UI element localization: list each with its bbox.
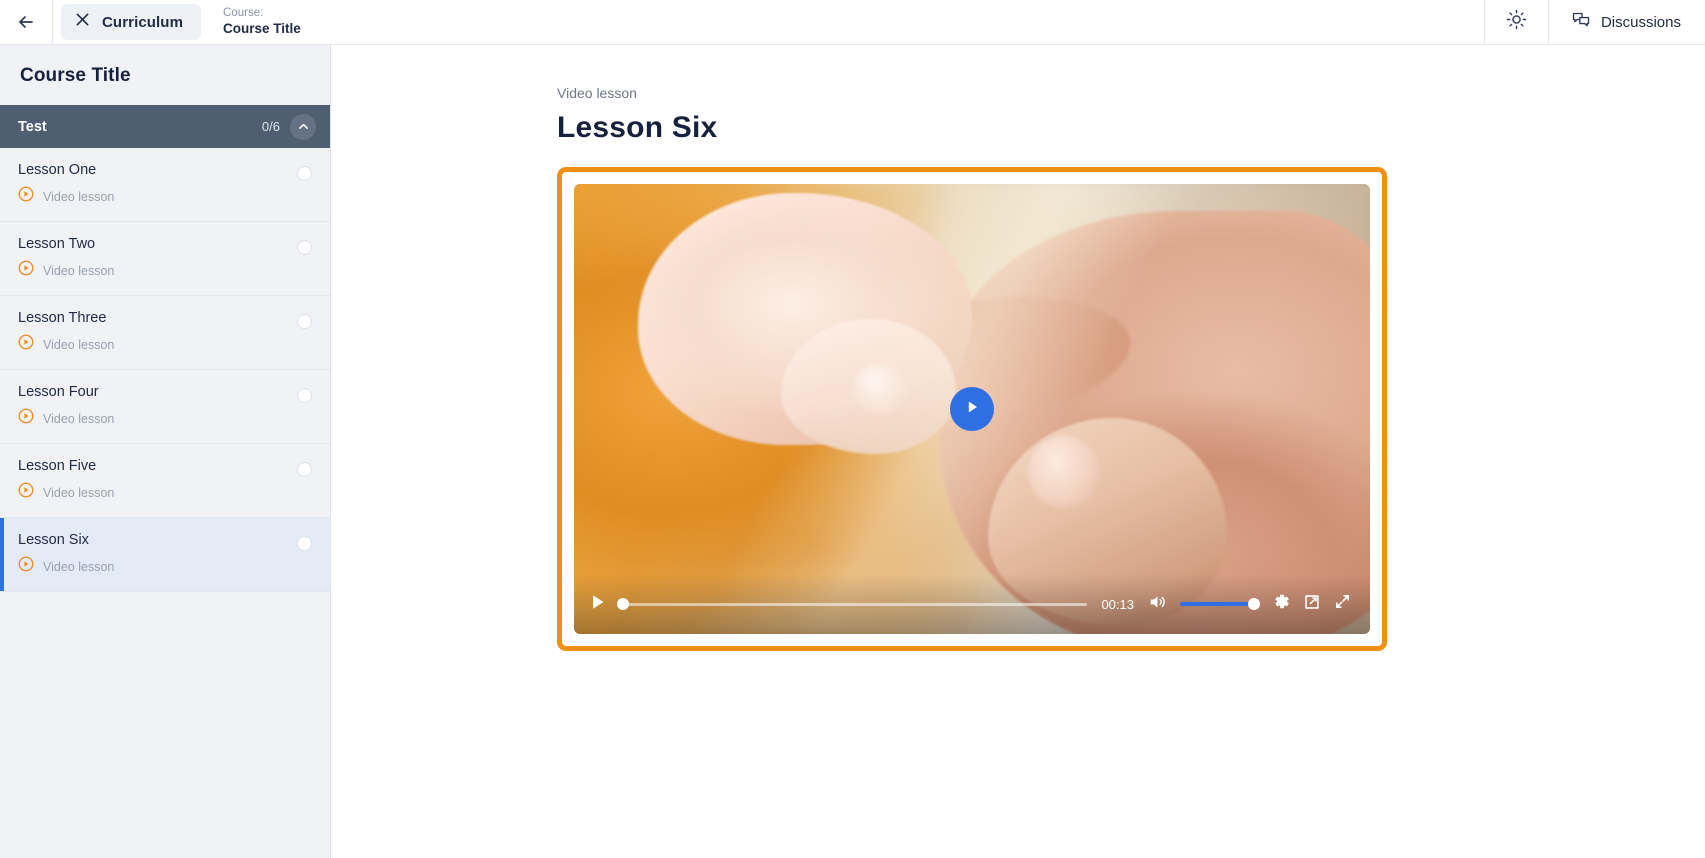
play-triangle-icon [963,398,981,421]
lesson-completion-indicator[interactable] [297,536,312,551]
lesson-type: Video lesson [43,411,115,426]
discussions-button[interactable]: Discussions [1547,0,1705,44]
lesson-type: Video lesson [43,559,115,574]
lesson-content-area: Video lesson Lesson Six 00:13 [331,45,1705,858]
video-play-overlay-button[interactable] [950,387,994,431]
lesson-title: Lesson One [18,162,97,178]
lesson-completion-indicator[interactable] [297,462,312,477]
lesson-completion-indicator[interactable] [297,314,312,329]
lesson-completion-indicator[interactable] [297,388,312,403]
chat-bubbles-icon [1571,10,1591,35]
play-triangle-icon [590,593,606,616]
course-label: Course: [223,7,264,20]
lesson-content-inner: Video lesson Lesson Six 00:13 [331,85,1705,651]
section-progress-count: 0/6 [261,119,280,134]
volume-high-icon [1148,593,1168,616]
play-circle-icon [18,482,34,503]
lesson-type: Video lesson [43,189,115,204]
lesson-subtitle-row: Video lesson [18,556,310,577]
lesson-title: Lesson Three [18,310,107,326]
arrow-left-icon [16,12,36,32]
course-breadcrumb: Course: Course Title [223,0,301,44]
brightness-toggle-button[interactable] [1483,0,1548,44]
lesson-subtitle-row: Video lesson [18,482,310,503]
lesson-type: Video lesson [43,337,115,352]
play-pause-button[interactable] [590,593,606,616]
body-region: Course Title Test 0/6 Lesson One Video l… [0,45,1705,858]
progress-track [618,602,1088,606]
lesson-subtitle-row: Video lesson [18,334,310,355]
header-divider [52,0,53,44]
page-title: Lesson Six [557,111,718,144]
lesson-title: Lesson Four [18,384,99,400]
sidebar-item-lesson-three[interactable]: Lesson Three Video lesson [0,296,330,370]
lesson-subtitle-row: Video lesson [18,260,310,281]
picture-in-picture-button[interactable] [1303,593,1321,616]
sidebar-item-lesson-four[interactable]: Lesson Four Video lesson [0,370,330,444]
progress-handle[interactable] [616,598,629,610]
video-current-time: 00:13 [1101,596,1134,612]
course-player-app: Curriculum Course: Course Title Discussi… [0,0,1705,858]
video-progress-scrubber[interactable] [616,597,1088,611]
play-circle-icon [18,260,34,281]
lesson-completion-indicator[interactable] [297,166,312,181]
top-header: Curriculum Course: Course Title Discussi… [0,0,1705,45]
play-circle-icon [18,186,34,207]
video-controls-bar: 00:13 [574,574,1370,634]
sidebar-item-lesson-six[interactable]: Lesson Six Video lesson [0,518,330,592]
gear-icon [1272,592,1291,616]
back-button[interactable] [0,0,52,44]
mute-button[interactable] [1148,593,1168,616]
video-highlight-frame: 00:13 [557,167,1387,651]
play-circle-icon [18,334,34,355]
sidebar-course-title: Course Title [20,65,131,86]
lesson-type: Video lesson [43,485,115,500]
volume-handle[interactable] [1248,598,1260,610]
lesson-title: Lesson Six [18,532,89,548]
settings-button[interactable] [1272,592,1291,616]
header-spacer [301,0,1484,44]
lesson-subtitle-row: Video lesson [18,408,310,429]
play-circle-icon [18,556,34,577]
sidebar-item-lesson-two[interactable]: Lesson Two Video lesson [0,222,330,296]
chevron-up-icon[interactable] [290,113,316,140]
lesson-completion-indicator[interactable] [297,240,312,255]
close-x-icon [75,12,90,32]
sidebar-item-lesson-one[interactable]: Lesson One Video lesson [0,148,330,222]
curriculum-label: Curriculum [102,13,184,31]
lesson-type: Video lesson [43,263,115,278]
course-title-header: Course Title [223,20,301,36]
fullscreen-expand-icon [1333,592,1352,616]
sun-brightness-icon [1506,9,1527,35]
fullscreen-button[interactable] [1333,592,1352,616]
curriculum-toggle-button[interactable]: Curriculum [61,4,202,40]
sidebar-item-lesson-five[interactable]: Lesson Five Video lesson [0,444,330,518]
picture-in-picture-icon [1303,593,1321,616]
lesson-title: Lesson Five [18,458,97,474]
lesson-list: Lesson One Video lesson Lesson Two Video… [0,148,330,592]
section-name: Test [18,118,47,135]
lesson-subtitle-row: Video lesson [18,186,310,207]
volume-slider[interactable] [1180,597,1260,611]
lesson-type-eyebrow: Video lesson [557,85,637,101]
video-player[interactable]: 00:13 [574,184,1370,634]
lesson-title: Lesson Two [18,236,96,252]
play-circle-icon [18,408,34,429]
sidebar-section-test[interactable]: Test 0/6 [0,105,330,148]
curriculum-sidebar: Course Title Test 0/6 Lesson One Video l… [0,45,331,858]
discussions-label: Discussions [1600,13,1681,31]
